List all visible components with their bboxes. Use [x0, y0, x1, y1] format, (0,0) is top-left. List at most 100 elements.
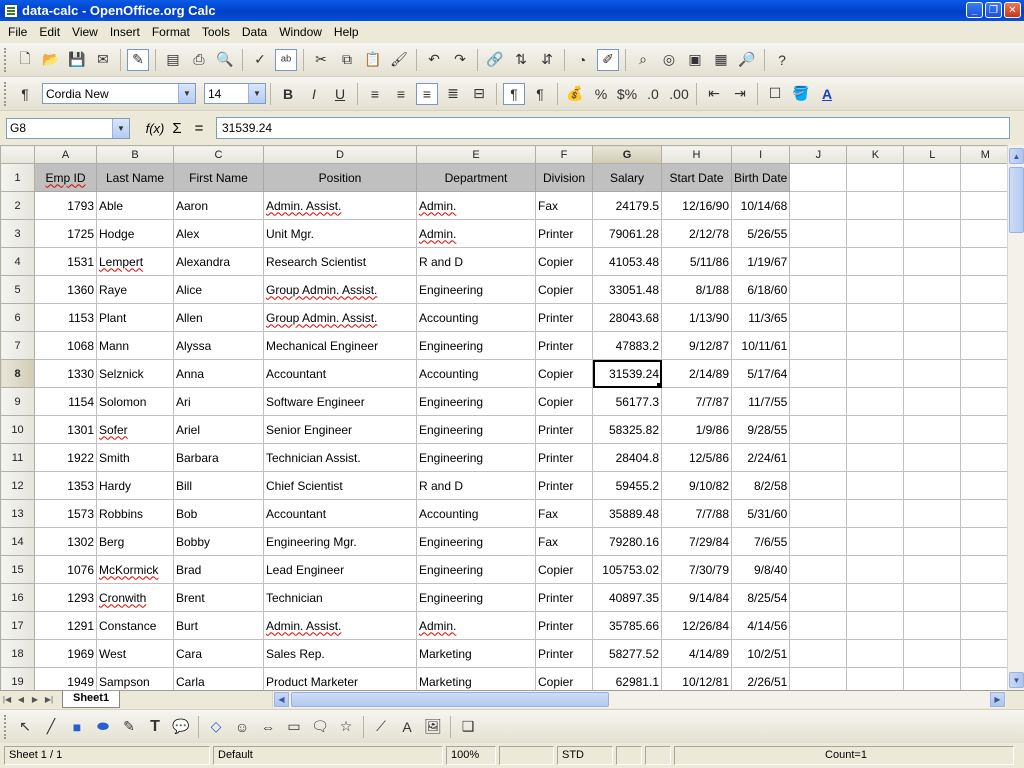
bold-icon[interactable]: B: [277, 83, 299, 105]
cell[interactable]: Copier: [535, 667, 593, 690]
cell[interactable]: 10/2/51: [730, 639, 791, 668]
scroll-up-icon[interactable]: ▲: [1009, 148, 1024, 164]
cell[interactable]: Engineering: [416, 443, 536, 472]
cell[interactable]: Raye: [96, 275, 174, 304]
cell[interactable]: 1725: [34, 219, 97, 248]
cell[interactable]: 1/19/67: [730, 247, 791, 276]
function-icon[interactable]: =: [188, 120, 210, 137]
cell[interactable]: 59455.2: [592, 471, 662, 500]
empty-cell[interactable]: [960, 555, 1011, 584]
empty-cell[interactable]: [789, 415, 848, 444]
cell[interactable]: Engineering: [416, 415, 536, 444]
cell[interactable]: 2/12/78: [661, 219, 732, 248]
menu-edit[interactable]: Edit: [33, 21, 66, 43]
cell[interactable]: Brad: [173, 555, 264, 584]
menu-view[interactable]: View: [66, 21, 104, 43]
cell[interactable]: 56177.3: [592, 387, 662, 416]
empty-cell[interactable]: [903, 639, 962, 668]
empty-cell[interactable]: [903, 499, 962, 528]
merge-cells-icon[interactable]: ⊟: [468, 83, 490, 105]
empty-cell[interactable]: [846, 555, 905, 584]
empty-cell[interactable]: [960, 387, 1011, 416]
cell[interactable]: 28404.8: [592, 443, 662, 472]
cell[interactable]: 7/7/88: [661, 499, 732, 528]
cell[interactable]: 2/14/89: [661, 359, 732, 388]
cell[interactable]: Bob: [173, 499, 264, 528]
chevron-down-icon[interactable]: ▼: [112, 118, 129, 138]
print-icon[interactable]: ⎙: [188, 49, 210, 71]
cell[interactable]: Technician Assist.: [263, 443, 417, 472]
empty-cell[interactable]: [846, 163, 905, 192]
menu-file[interactable]: File: [2, 21, 33, 43]
last-sheet-icon[interactable]: ▶|: [42, 693, 56, 707]
flowchart-icon[interactable]: ▭: [283, 716, 305, 738]
cell[interactable]: 5/11/86: [661, 247, 732, 276]
cell[interactable]: 1302: [34, 527, 97, 556]
cell[interactable]: 7/7/87: [661, 387, 732, 416]
vertical-scrollbar[interactable]: ▲ ▼: [1007, 145, 1024, 690]
percent-icon[interactable]: %: [590, 83, 612, 105]
empty-cell[interactable]: [789, 555, 848, 584]
function-wizard-icon[interactable]: f(x): [144, 121, 166, 136]
cell[interactable]: 9/28/55: [730, 415, 791, 444]
cell[interactable]: Admin.: [416, 219, 536, 248]
empty-cell[interactable]: [846, 219, 905, 248]
empty-cell[interactable]: [846, 583, 905, 612]
hyperlink-icon[interactable]: 🔗: [484, 49, 506, 71]
sheet-tab[interactable]: Sheet1: [62, 691, 121, 708]
ellipse-icon[interactable]: ⬬: [92, 716, 114, 738]
cell[interactable]: 4/14/56: [730, 611, 791, 640]
empty-cell[interactable]: [846, 191, 905, 220]
cell[interactable]: 12/5/86: [661, 443, 732, 472]
empty-cell[interactable]: [846, 499, 905, 528]
cell[interactable]: Printer: [535, 443, 593, 472]
chevron-down-icon[interactable]: ▼: [248, 84, 265, 103]
cell[interactable]: Engineering: [416, 387, 536, 416]
empty-cell[interactable]: [903, 583, 962, 612]
empty-cell[interactable]: [789, 275, 848, 304]
cell[interactable]: 41053.48: [592, 247, 662, 276]
callout-icon[interactable]: 💬: [170, 716, 192, 738]
cell[interactable]: Printer: [535, 639, 593, 668]
cell[interactable]: Bobby: [173, 527, 264, 556]
row-header[interactable]: 19: [0, 667, 35, 690]
empty-cell[interactable]: [903, 611, 962, 640]
scroll-thumb[interactable]: [291, 692, 609, 707]
cell[interactable]: 1969: [34, 639, 97, 668]
cell[interactable]: Burt: [173, 611, 264, 640]
cell[interactable]: Admin.: [416, 611, 536, 640]
cell[interactable]: Engineering Mgr.: [263, 527, 417, 556]
callouts-icon[interactable]: 🗨: [309, 716, 331, 738]
cell[interactable]: R and D: [416, 471, 536, 500]
cell[interactable]: Able: [96, 191, 174, 220]
empty-cell[interactable]: [960, 639, 1011, 668]
empty-cell[interactable]: [789, 163, 848, 192]
cell[interactable]: Printer: [535, 583, 593, 612]
empty-cell[interactable]: [903, 387, 962, 416]
spellcheck-icon[interactable]: ✓: [249, 49, 271, 71]
cell[interactable]: Constance: [96, 611, 174, 640]
prev-sheet-icon[interactable]: ◀: [14, 693, 28, 707]
cell[interactable]: Printer: [535, 219, 593, 248]
empty-cell[interactable]: [903, 275, 962, 304]
spreadsheet-grid[interactable]: ABCDEFGHIJKLM 1 Emp ID Last Name First Name…: [0, 145, 1024, 690]
cell[interactable]: 5/17/64: [730, 359, 791, 388]
cell[interactable]: 1330: [34, 359, 97, 388]
row-header[interactable]: 5: [0, 275, 35, 304]
cell[interactable]: Aaron: [173, 191, 264, 220]
cell[interactable]: Marketing: [416, 639, 536, 668]
cell[interactable]: 2/26/51: [730, 667, 791, 690]
decrease-indent-icon[interactable]: ⇤: [703, 83, 725, 105]
empty-cell[interactable]: [789, 331, 848, 360]
left-to-right-icon[interactable]: ¶: [503, 82, 525, 105]
email-icon[interactable]: ✉: [92, 49, 114, 71]
align-center-icon[interactable]: ≡: [390, 83, 412, 105]
empty-cell[interactable]: [960, 583, 1011, 612]
empty-cell[interactable]: [789, 471, 848, 500]
cell[interactable]: Berg: [96, 527, 174, 556]
empty-cell[interactable]: [789, 527, 848, 556]
cell[interactable]: 79061.28: [592, 219, 662, 248]
cell[interactable]: Alexandra: [173, 247, 264, 276]
empty-cell[interactable]: [960, 415, 1011, 444]
empty-cell[interactable]: [960, 667, 1011, 690]
